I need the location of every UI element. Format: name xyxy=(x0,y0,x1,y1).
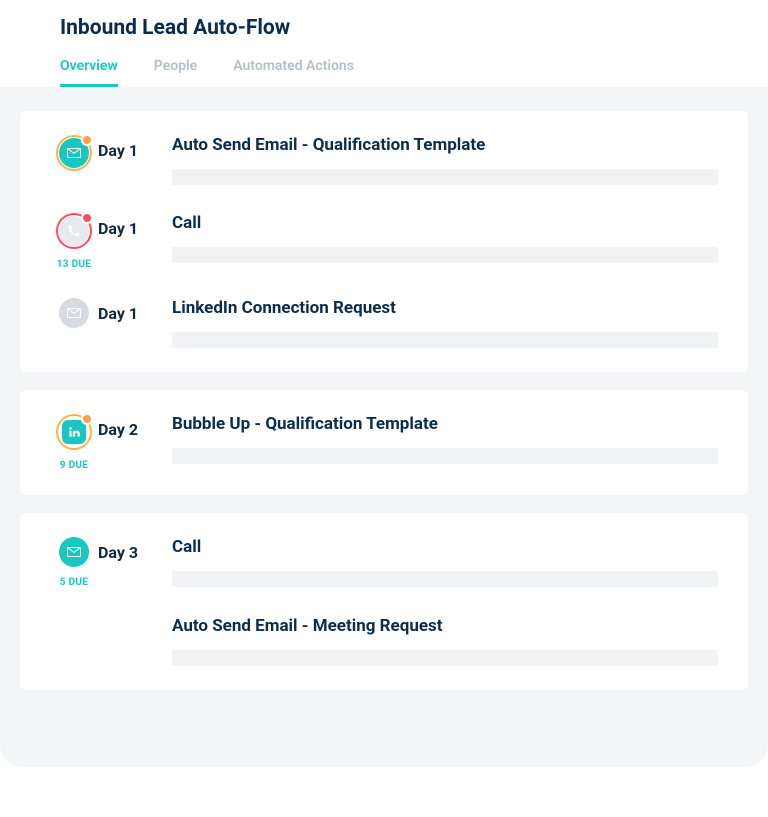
flow-step[interactable]: Auto Send Email - Meeting Request xyxy=(50,616,718,666)
due-label: 5 DUE xyxy=(60,577,88,588)
call-icon xyxy=(56,213,92,249)
step-title: Call xyxy=(172,213,718,233)
day-group-card: 9 DUE Day 2 Bubble Up - Qualification Te… xyxy=(20,390,748,495)
email-icon xyxy=(59,298,89,328)
tab-overview[interactable]: Overview xyxy=(60,58,118,87)
step-title: Auto Send Email - Meeting Request xyxy=(172,616,718,636)
tab-people[interactable]: People xyxy=(154,58,197,87)
email-icon xyxy=(59,537,89,567)
flow-step[interactable]: Day 1 Auto Send Email - Qualification Te… xyxy=(50,135,718,185)
flow-step[interactable]: 9 DUE Day 2 Bubble Up - Qualification Te… xyxy=(50,414,718,471)
flow-step[interactable]: Day 1 LinkedIn Connection Request xyxy=(50,298,718,348)
day-group-card: 5 DUE Day 3 Call Auto Send Email - Meeti… xyxy=(20,513,748,690)
tabs: Overview People Automated Actions xyxy=(60,58,708,87)
day-label xyxy=(98,616,172,622)
content-panel: Day 1 Auto Send Email - Qualification Te… xyxy=(0,87,768,767)
day-label: Day 1 xyxy=(98,135,172,160)
placeholder-line xyxy=(172,448,718,464)
flow-step[interactable]: 5 DUE Day 3 Call xyxy=(50,537,718,588)
step-title: LinkedIn Connection Request xyxy=(172,298,718,318)
step-title: Auto Send Email - Qualification Template xyxy=(172,135,718,155)
linkedin-icon xyxy=(56,414,92,450)
placeholder-line xyxy=(172,650,718,666)
day-label: Day 1 xyxy=(98,213,172,238)
placeholder-line xyxy=(172,247,718,263)
placeholder-line xyxy=(172,169,718,185)
day-group-card: Day 1 Auto Send Email - Qualification Te… xyxy=(20,111,748,372)
day-label: Day 3 xyxy=(98,537,172,562)
step-title: Call xyxy=(172,537,718,557)
page-title: Inbound Lead Auto-Flow xyxy=(60,16,708,40)
due-label: 13 DUE xyxy=(57,259,91,270)
day-label: Day 1 xyxy=(98,298,172,323)
tab-automated-actions[interactable]: Automated Actions xyxy=(233,58,354,87)
email-icon xyxy=(56,135,92,171)
day-label: Day 2 xyxy=(98,414,172,439)
placeholder-line xyxy=(172,332,718,348)
step-title: Bubble Up - Qualification Template xyxy=(172,414,718,434)
flow-step[interactable]: 13 DUE Day 1 Call xyxy=(50,213,718,270)
badge-icon xyxy=(81,134,93,146)
placeholder-line xyxy=(172,571,718,587)
due-label: 9 DUE xyxy=(60,460,88,471)
badge-icon xyxy=(81,212,93,224)
badge-icon xyxy=(81,413,93,425)
